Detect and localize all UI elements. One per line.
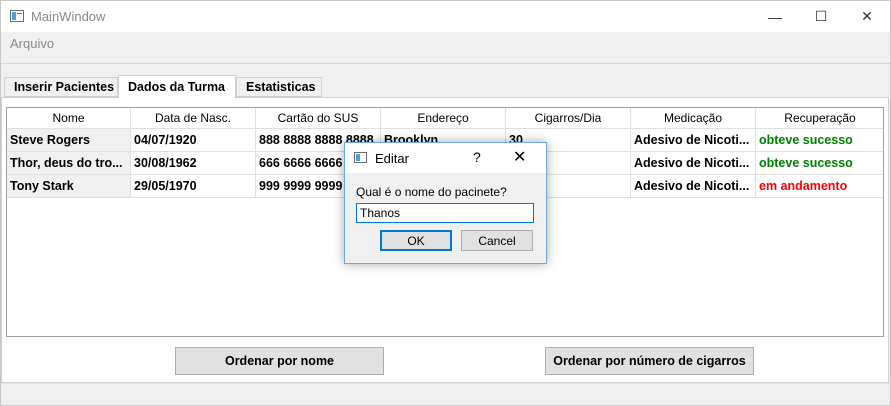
cell-medicacao[interactable]: Adesivo de Nicoti... — [631, 175, 756, 198]
cancel-button[interactable]: Cancel — [461, 230, 533, 251]
maximize-button[interactable]: ☐ — [798, 1, 844, 32]
toolbar-separator — [1, 54, 890, 64]
menu-bar: Arquivo — [1, 32, 890, 54]
dialog-prompt-label: Qual é o nome do pacinete? — [356, 185, 507, 199]
cell-recuperacao[interactable]: em andamento — [756, 175, 883, 198]
cell-recuperacao[interactable]: obteve sucesso — [756, 129, 883, 152]
cell-nome[interactable]: Steve Rogers — [7, 129, 131, 152]
cell-medicacao[interactable]: Adesivo de Nicoti... — [631, 152, 756, 175]
column-header-data-nasc[interactable]: Data de Nasc. — [131, 108, 256, 129]
dialog-title: Editar — [375, 151, 409, 166]
cell-data-nasc[interactable]: 04/07/1920 — [131, 129, 256, 152]
column-header-medicacao[interactable]: Medicação — [631, 108, 756, 129]
status-bar — [1, 383, 890, 405]
cell-medicacao[interactable]: Adesivo de Nicoti... — [631, 129, 756, 152]
close-button[interactable]: ✕ — [844, 1, 890, 32]
column-header-endereco[interactable]: Endereço — [381, 108, 506, 129]
help-button[interactable]: ? — [473, 149, 481, 165]
tab-dados-da-turma[interactable]: Dados da Turma — [118, 75, 236, 98]
cell-data-nasc[interactable]: 30/08/1962 — [131, 152, 256, 175]
dialog-close-button[interactable]: ✕ — [513, 147, 526, 167]
column-header-nome[interactable]: Nome — [7, 108, 131, 129]
tab-inserir-pacientes[interactable]: Inserir Pacientes — [4, 77, 118, 97]
cell-nome[interactable]: Thor, deus do tro... — [7, 152, 131, 175]
dialog-title-bar: Editar ? ✕ — [345, 143, 546, 173]
sort-by-name-button[interactable]: Ordenar por nome — [175, 347, 384, 375]
sort-by-cigarettes-button[interactable]: Ordenar por número de cigarros — [545, 347, 754, 375]
window-title: MainWindow — [31, 9, 106, 24]
minimize-button[interactable]: — — [752, 1, 798, 32]
title-bar: MainWindow — ☐ ✕ — [1, 1, 890, 32]
column-header-recuperacao[interactable]: Recuperação — [756, 108, 883, 129]
column-header-cigarros-dia[interactable]: Cigarros/Dia — [506, 108, 631, 129]
menu-item-arquivo[interactable]: Arquivo — [10, 36, 54, 51]
column-header-cartao-sus[interactable]: Cartão do SUS — [256, 108, 381, 129]
tab-estatisticas[interactable]: Estatisticas — [236, 77, 322, 97]
table-header: Nome Data de Nasc. Cartão do SUS Endereç… — [7, 108, 883, 129]
app-icon — [10, 10, 24, 22]
edit-dialog: Editar ? ✕ Qual é o nome do pacinete? OK… — [344, 142, 547, 264]
cell-nome[interactable]: Tony Stark — [7, 175, 131, 198]
patient-name-input[interactable] — [356, 203, 534, 223]
ok-button[interactable]: OK — [380, 230, 452, 251]
dialog-app-icon — [354, 152, 367, 163]
cell-data-nasc[interactable]: 29/05/1970 — [131, 175, 256, 198]
cell-recuperacao[interactable]: obteve sucesso — [756, 152, 883, 175]
